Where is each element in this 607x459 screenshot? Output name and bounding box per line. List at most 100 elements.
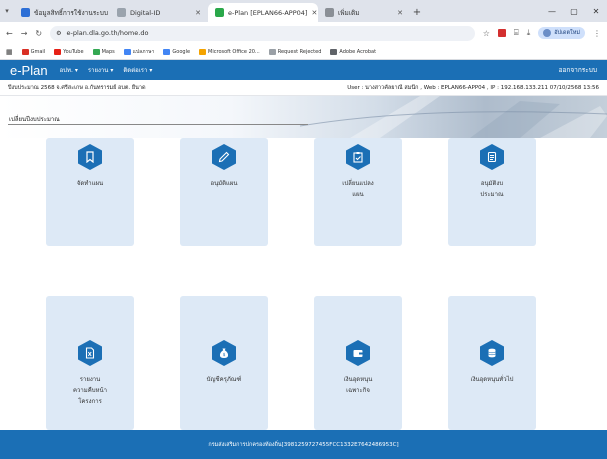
bookmark-label: Adobe Acrobat [339,48,377,55]
download-icon[interactable]: ⤓ [527,28,531,38]
clipboard-check-icon [346,144,370,170]
apps-grid-icon[interactable]: ▦ [6,48,13,56]
tab-favicon-icon [215,8,224,17]
close-tab-icon[interactable]: ✕ [195,9,201,17]
coins-icon [480,340,504,366]
bookmark-adobe[interactable]: Adobe Acrobat [330,48,377,55]
bookmark-request-rejected[interactable]: Request Rejected [268,48,322,55]
bookmarks-bar: ▦ Gmail YouTube Maps แปลภาษา Google Micr… [0,44,607,60]
forward-arrow-icon[interactable]: → [21,29,28,38]
excel-file-icon [78,340,102,366]
back-arrow-icon[interactable]: ← [6,29,13,38]
new-tab-button[interactable]: + [410,3,424,22]
main-menu: อปท. ▾ รายงาน ▾ ติดต่อเรา ▾ [60,65,153,75]
tab-title: เพิ่มเติม [338,8,360,17]
tab-favicon-icon [21,8,30,17]
bookmark-office[interactable]: Microsoft Office 20... [199,48,260,55]
profile-label: อัปเดตใหม่ [554,30,580,36]
browser-tab-3[interactable]: e-Plan [EPLAN66-APP04] ✕ [208,3,318,22]
banner-decoration [299,96,607,138]
avatar-icon [543,29,552,37]
card-label: อนุมัติแผน [210,180,238,187]
wallet-icon [346,340,370,366]
logout-link[interactable]: ออกจากระบบ [559,65,597,75]
globe-icon [268,48,276,55]
browser-menu-icon[interactable]: ⋮ [593,29,601,38]
youtube-icon [54,48,62,55]
page-footer: กรมส่งเสริมการปกครองท้องถิ่น[39812597274… [0,430,607,459]
globe-icon [330,48,338,55]
browser-tab-4[interactable]: เพิ่มเติม ✕ [318,3,410,22]
close-tab-icon[interactable]: ✕ [397,9,403,17]
acrobat-extension-icon[interactable] [497,29,506,37]
card-project-progress-report[interactable]: รายงาน ความคืบหน้า โครงการ [46,296,134,430]
star-icon [199,48,207,55]
card-label: จัดทำแผน [76,180,104,187]
bookmark-icon [78,144,102,170]
bookmark-gmail[interactable]: Gmail [21,48,46,55]
address-bar: ← → ↻ ⚙ e-plan.dla.go.th/home.do ☆ ⌸ ⤓ อ… [0,22,607,44]
profile-button[interactable]: อัปเดตใหม่ [538,27,585,39]
browser-tab-1[interactable]: ข้อมูลสิทธิ์การใช้งานระบบ ✕ [14,3,110,22]
bookmark-label: YouTube [63,48,84,55]
tab-title: e-Plan [EPLAN66-APP04] [228,8,308,17]
bookmark-label: Microsoft Office 20... [208,48,260,55]
bookmark-label: Request Rejected [277,48,322,55]
url-field[interactable]: ⚙ e-plan.dla.go.th/home.do [50,25,475,41]
user-info: User : นางสาวคัลยาณี สมนึก , Web : EPLAN… [347,84,599,91]
google-icon [163,48,171,55]
card-label: เงินอุดหนุนทั่วไป [470,376,514,383]
extensions-icon[interactable]: ⌸ [514,28,519,38]
maps-icon [92,48,100,55]
document-list-icon [480,144,504,170]
menu-item-org[interactable]: อปท. ▾ [60,65,78,75]
bookmark-google[interactable]: Google [163,48,191,55]
caret-down-icon: ▾ [149,66,153,74]
tab-favicon-icon [117,8,126,17]
card-label: เงินอุดหนุน เฉพาะกิจ [343,376,373,394]
card-approve-budget[interactable]: อนุมัติงบ ประมาณ [448,138,536,246]
site-info-icon[interactable]: ⚙ [56,30,61,37]
change-fiscal-year-link[interactable]: เปลี่ยนปีงบประมาณ [9,114,60,124]
url-text: e-plan.dla.go.th/home.do [66,29,149,37]
reload-icon[interactable]: ↻ [35,29,42,38]
card-label: อนุมัติงบ ประมาณ [480,180,504,198]
money-bag-icon: $ [212,340,236,366]
bookmark-label: Gmail [30,48,46,55]
footer-text: กรมส่งเสริมการปกครองท้องถิ่น[39812597274… [208,441,399,448]
bookmark-star-icon[interactable]: ☆ [483,29,490,38]
translate-icon [123,48,131,55]
menu-item-report[interactable]: รายงาน ▾ [88,65,114,75]
app-navbar: e-Plan อปท. ▾ รายงาน ▾ ติดต่อเรา ▾ ออกจากระ… [0,60,607,80]
bookmark-label: Google [172,48,191,55]
menu-item-contact[interactable]: ติดต่อเรา ▾ [123,65,152,75]
svg-text:$: $ [223,352,226,358]
menu-label: ติดต่อเรา [123,67,148,74]
browser-tab-bar: ▾ ข้อมูลสิทธิ์การใช้งานระบบ ✕ Digital-ID… [0,0,607,22]
fiscal-year-info: ปีงบประมาณ 2568 จ.ศรีสะเกษ อ.กันทรารมย์ … [8,84,146,91]
caret-down-icon: ▾ [74,66,78,74]
card-specific-subsidy[interactable]: เงินอุดหนุน เฉพาะกิจ [314,296,402,430]
card-approve-plan[interactable]: อนุมัติแผน [180,138,268,246]
bookmark-label: แปลภาษา [132,48,155,55]
bookmark-translate[interactable]: แปลภาษา [123,48,155,56]
brand-logo[interactable]: e-Plan [10,63,48,78]
close-tab-icon[interactable]: ✕ [311,9,317,17]
tab-favicon-icon [325,8,334,17]
card-create-plan[interactable]: จัดทำแผน [46,138,134,246]
card-label: เปลี่ยนแปลง แผน [342,180,374,198]
card-general-subsidy[interactable]: เงินอุดหนุนทั่วไป [448,296,536,430]
card-change-plan[interactable]: เปลี่ยนแปลง แผน [314,138,402,246]
maximize-icon[interactable]: ▢ [563,7,585,16]
minimize-icon[interactable]: — [541,7,563,16]
bookmark-label: Maps [101,48,115,55]
card-label: บัญชีครุภัณฑ์ [206,376,242,383]
browser-tab-2[interactable]: Digital-ID ✕ [110,3,208,22]
bookmark-maps[interactable]: Maps [92,48,115,55]
card-equipment-list[interactable]: $ บัญชีครุภัณฑ์ [180,296,268,430]
tab-search-icon[interactable]: ▾ [0,0,14,22]
bookmark-youtube[interactable]: YouTube [54,48,84,55]
gmail-icon [21,48,29,55]
pen-icon [212,144,236,170]
close-window-icon[interactable]: ✕ [585,7,607,16]
